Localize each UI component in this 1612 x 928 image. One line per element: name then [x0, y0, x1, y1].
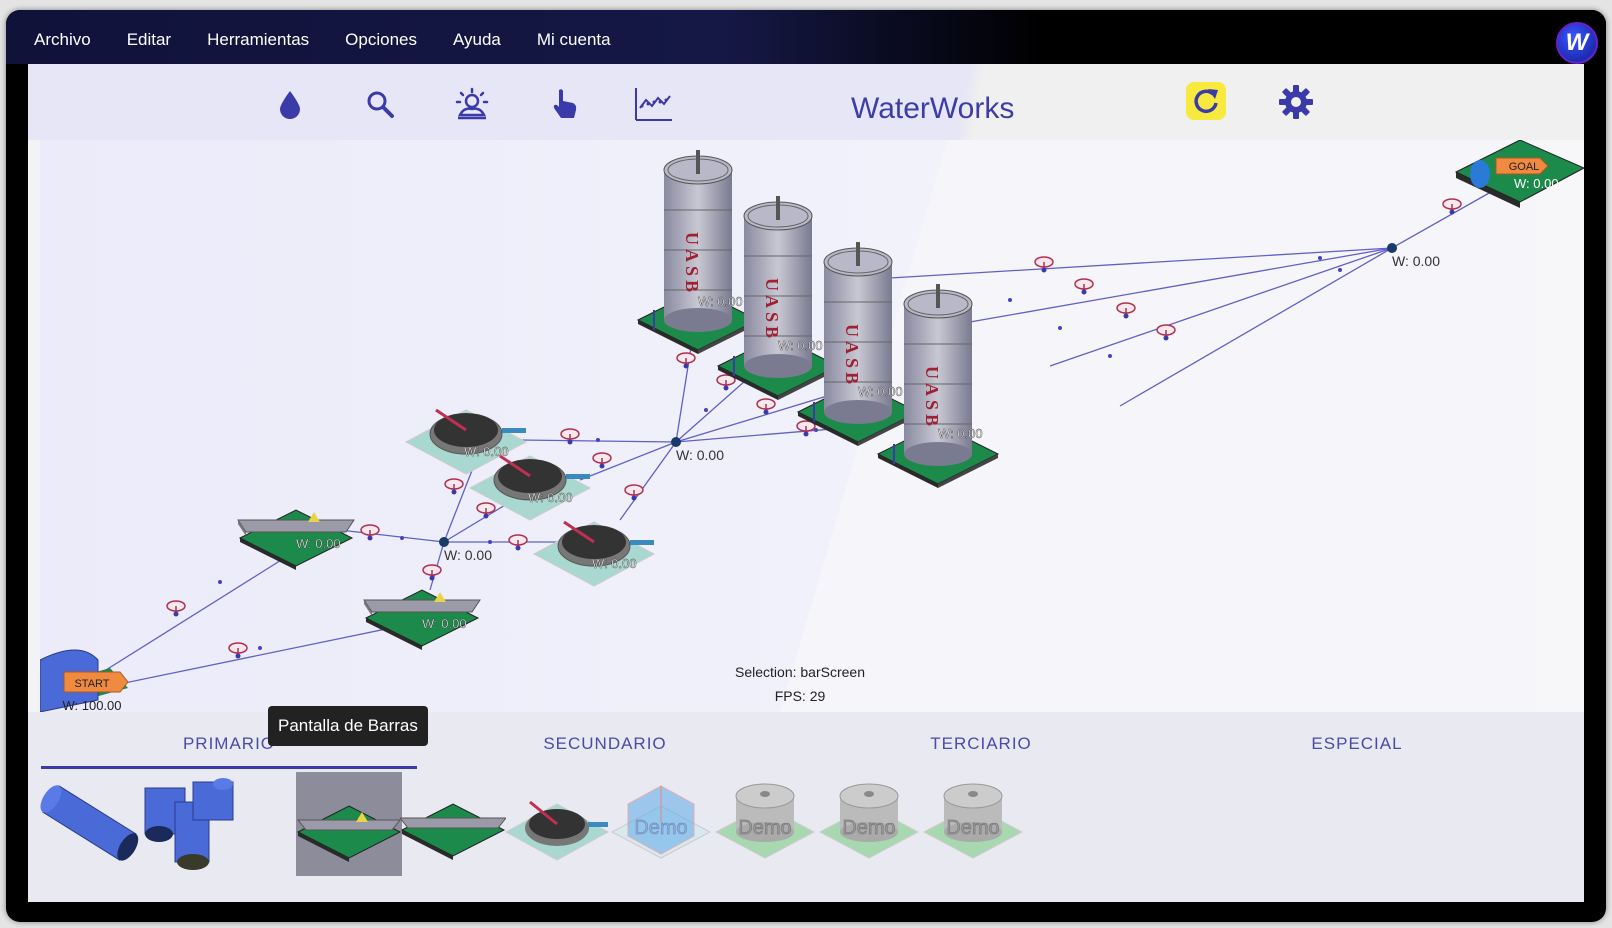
pointer-hand-icon[interactable]	[542, 82, 586, 126]
demo-label: Demo	[634, 817, 687, 839]
tab-secundario[interactable]: SECUNDARIO	[417, 726, 793, 762]
uasb-text: UASB	[762, 278, 782, 342]
start-label: START	[74, 678, 109, 690]
gear-icon	[1279, 85, 1313, 119]
palette-pipe[interactable]	[38, 772, 148, 876]
flow-label: W: 0.00	[778, 338, 823, 353]
flow-label: W: 0.00	[698, 294, 743, 309]
weather-icon[interactable]	[450, 82, 494, 126]
chart-icon[interactable]	[632, 82, 676, 126]
refresh-icon	[1194, 89, 1218, 113]
app-window: Archivo Editar Herramientas Opciones Ayu…	[6, 10, 1606, 922]
goal-flow-label: W: 0.00	[1514, 176, 1559, 191]
junction-label: W: 0.00	[444, 547, 492, 563]
start-flow-label: W: 100.00	[62, 698, 121, 712]
menu-editar[interactable]: Editar	[127, 30, 171, 50]
palette-demo-uasb-3[interactable]: Demo	[920, 772, 1026, 876]
settings-button[interactable]	[1276, 82, 1316, 122]
palette-bar-screen[interactable]	[296, 772, 402, 876]
demo-label: Demo	[842, 817, 895, 839]
app-title: WaterWorks	[851, 92, 1015, 125]
refresh-button[interactable]	[1186, 82, 1226, 120]
active-tab-indicator	[41, 766, 417, 769]
scene-canvas[interactable]: START W: 100.00 GOAL W: 0.00 W: 0.00 W: …	[40, 140, 1584, 712]
main-content: WaterWorks START W: 100.00 GOAL W: 0.00 …	[28, 64, 1584, 902]
palette-tee-pipe[interactable]	[136, 772, 236, 876]
palette-demo-uasb-1[interactable]: Demo	[712, 772, 818, 876]
menu-bar: Archivo Editar Herramientas Opciones Ayu…	[6, 10, 1606, 64]
menu-ayuda[interactable]: Ayuda	[453, 30, 501, 50]
junction-label: W: 0.00	[1392, 253, 1440, 269]
flow-label: W: 0.00	[422, 616, 467, 631]
logo-letter: W	[1565, 29, 1589, 56]
junction-label: W: 0.00	[676, 447, 724, 463]
demo-label: Demo	[946, 817, 999, 839]
goal-label: GOAL	[1509, 161, 1540, 173]
uasb-text: UASB	[842, 324, 862, 388]
toolbar: WaterWorks	[28, 64, 1584, 140]
menu-mi-cuenta[interactable]: Mi cuenta	[537, 30, 611, 50]
main-menu: Archivo Editar Herramientas Opciones Ayu…	[34, 30, 647, 50]
demo-label: Demo	[738, 817, 791, 839]
fps-counter: FPS: 29	[774, 688, 826, 704]
component-palette: PRIMARIO SECUNDARIO TERCIARIO ESPECIAL P…	[28, 706, 1584, 902]
water-drop-icon[interactable]	[268, 82, 312, 126]
selection-text: Selection: barScreen	[735, 664, 865, 680]
status-panel: Selection: barScreen FPS: 29	[680, 660, 920, 708]
tab-especial[interactable]: ESPECIAL	[1169, 726, 1545, 762]
menu-archivo[interactable]: Archivo	[34, 30, 91, 50]
palette-demo-uasb-2[interactable]: Demo	[816, 772, 922, 876]
flow-label: W: 0.00	[858, 384, 903, 399]
flow-label: W: 0.00	[296, 536, 341, 551]
tooltip: Pantalla de Barras	[268, 706, 428, 746]
palette-grit-chamber[interactable]	[398, 772, 508, 876]
palette-clarifier[interactable]	[504, 772, 610, 876]
flow-label: W: 0.00	[592, 556, 637, 571]
search-icon[interactable]	[358, 82, 402, 126]
menu-opciones[interactable]: Opciones	[345, 30, 417, 50]
uasb-text: UASB	[682, 232, 702, 296]
uasb-text: UASB	[922, 366, 942, 430]
menu-herramientas[interactable]: Herramientas	[207, 30, 309, 50]
tab-terciario[interactable]: TERCIARIO	[793, 726, 1169, 762]
palette-demo-tank[interactable]: Demo	[608, 772, 714, 876]
waterworks-logo-icon[interactable]: W	[1556, 22, 1598, 64]
flow-label: W: 0.00	[528, 490, 573, 505]
flow-label: W: 0.00	[938, 426, 983, 441]
